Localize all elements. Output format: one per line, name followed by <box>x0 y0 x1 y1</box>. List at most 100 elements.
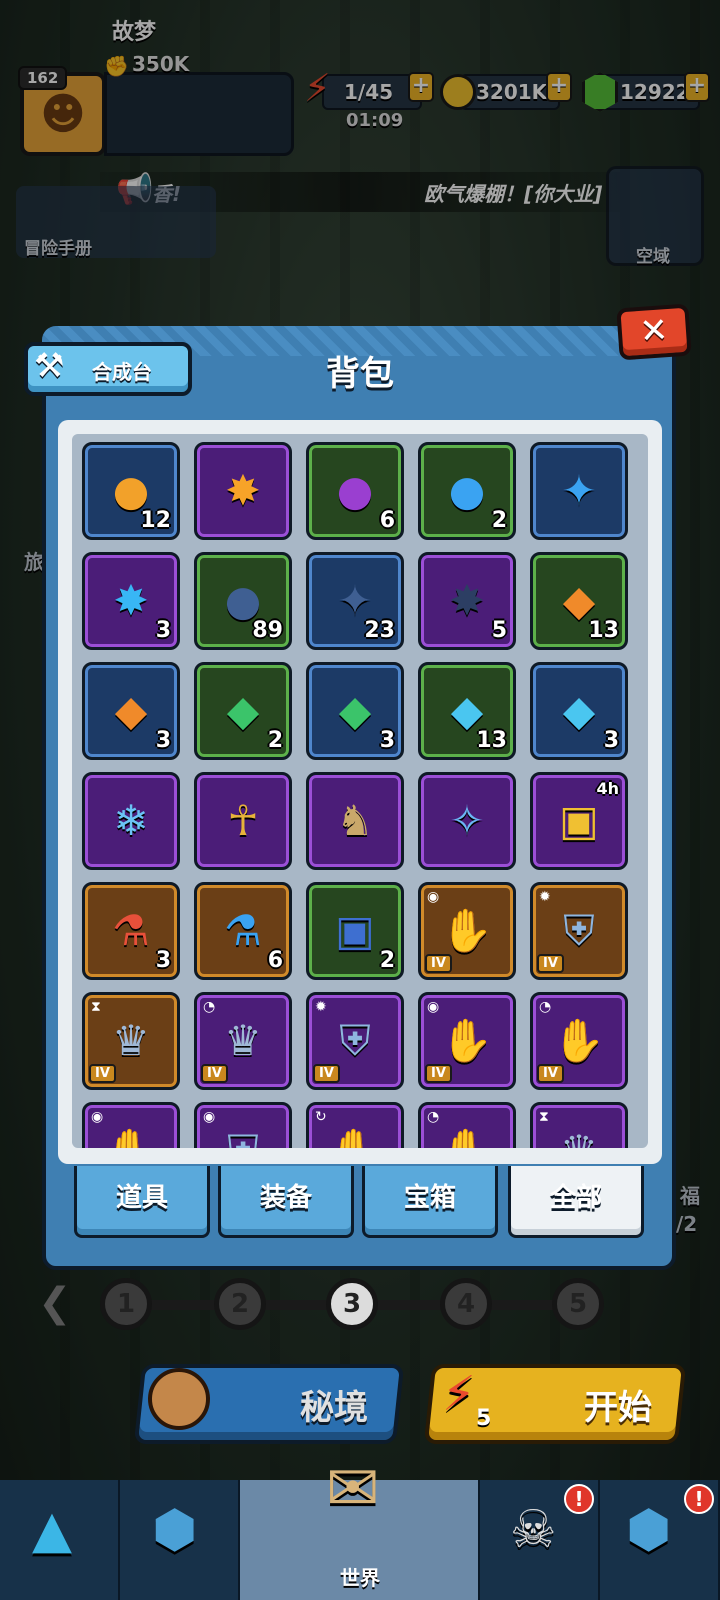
item-icon: ◆ <box>338 686 372 735</box>
inventory-slot[interactable]: ⛨◉ <box>194 1102 292 1148</box>
item-count: 2 <box>491 508 507 533</box>
tab-chests[interactable]: 宝箱 <box>362 1166 498 1238</box>
tab-items[interactable]: 道具 <box>74 1166 210 1238</box>
inventory-slot[interactable]: ♛⧗ <box>530 1102 628 1148</box>
inventory-slot[interactable]: ☥ <box>194 772 292 870</box>
inventory-slot[interactable]: ♛ IV ◔ <box>194 992 292 1090</box>
alert-badge-characters: ! <box>564 1484 594 1514</box>
inventory-slot[interactable]: ◆ 3 <box>530 662 628 760</box>
inventory-slot[interactable]: ⚗ 3 <box>82 882 180 980</box>
item-type-icon: ✹ <box>539 889 551 905</box>
item-count: 3 <box>155 728 171 753</box>
stage-node[interactable]: 1 <box>100 1278 152 1330</box>
chevron-left-icon[interactable]: ❮ <box>38 1280 72 1326</box>
item-type-icon: ⧗ <box>539 1109 549 1125</box>
inventory-slot[interactable]: ● 12 <box>82 442 180 540</box>
inventory-slot[interactable]: ✦ 23 <box>306 552 404 650</box>
inventory-slot[interactable]: ♞ <box>306 772 404 870</box>
item-icon: ⚗ <box>112 906 150 955</box>
stage-node[interactable]: 2 <box>214 1278 266 1330</box>
inventory-slot[interactable]: ▣ 4h <box>530 772 628 870</box>
item-icon: ● <box>224 576 262 625</box>
item-tier-badge: IV <box>537 1064 564 1083</box>
close-button[interactable]: ✕ <box>616 303 692 361</box>
item-icon: ◆ <box>562 576 596 625</box>
stage-node[interactable]: 4 <box>440 1278 492 1330</box>
inventory-slot[interactable]: ● 89 <box>194 552 292 650</box>
item-type-icon: ◉ <box>91 1109 104 1125</box>
inventory-slot[interactable]: ✸ 3 <box>82 552 180 650</box>
item-icon: ◆ <box>226 686 260 735</box>
inventory-slot[interactable]: ⛨ IV ✹ <box>530 882 628 980</box>
item-icon: ✋ <box>105 1130 157 1149</box>
inventory-slot[interactable]: ◆ 3 <box>306 662 404 760</box>
inventory-slot[interactable]: ● 2 <box>418 442 516 540</box>
item-icon: ✧ <box>449 796 485 845</box>
item-icon: ♞ <box>336 796 374 845</box>
item-icon: ✋ <box>440 1016 494 1065</box>
inventory-slot[interactable]: ✋ IV ◉ <box>418 882 516 980</box>
inventory-slot[interactable]: ✋◉ <box>82 1102 180 1148</box>
inventory-slot[interactable]: ✋◔ <box>418 1102 516 1148</box>
start-energy-icon: ⚡ <box>442 1366 476 1422</box>
inventory-slot[interactable]: ◆ 13 <box>418 662 516 760</box>
item-type-icon: ◉ <box>203 1109 216 1125</box>
start-energy-cost: 5 <box>476 1406 492 1431</box>
item-icon: ● <box>112 466 150 515</box>
item-icon: ♛ <box>560 1130 598 1149</box>
inventory-slot[interactable]: ● 6 <box>306 442 404 540</box>
item-icon: ❄ <box>113 796 149 845</box>
item-count: 3 <box>379 728 395 753</box>
item-tier-badge: IV <box>425 1064 452 1083</box>
inventory-slot[interactable]: ✦ <box>530 442 628 540</box>
item-icon: ⛨ <box>563 906 595 955</box>
secret-realm-label: 秘境 <box>300 1388 368 1428</box>
item-count: 89 <box>252 618 283 643</box>
inventory-slot[interactable]: ✋ IV ◔ <box>530 992 628 1090</box>
inventory-slot[interactable]: ✸ 5 <box>418 552 516 650</box>
inventory-slot[interactable]: ❄ <box>82 772 180 870</box>
tab-all[interactable]: 全部 <box>508 1166 644 1238</box>
item-count: 12 <box>140 508 171 533</box>
item-type-icon: ◔ <box>539 999 552 1015</box>
inventory-slot[interactable]: ✧ <box>418 772 516 870</box>
anvil-icon: ⚒ <box>34 346 65 386</box>
inventory-slot[interactable]: ✸ <box>194 442 292 540</box>
item-tier-badge: IV <box>425 954 452 973</box>
item-icon: ✦ <box>337 576 373 625</box>
item-type-icon: ⧗ <box>91 999 101 1015</box>
item-icon: ⚗ <box>224 906 262 955</box>
item-icon: ✸ <box>449 576 485 625</box>
item-type-icon: ✹ <box>315 999 327 1015</box>
inventory-slot[interactable]: ⛨ IV ✹ <box>306 992 404 1090</box>
target-dart-icon <box>148 1368 210 1430</box>
item-icon: ✦ <box>561 466 597 515</box>
item-icon: ♛ <box>112 1016 150 1065</box>
item-icon: ✋ <box>552 1016 606 1065</box>
item-icon: ✸ <box>113 576 149 625</box>
item-count: 3 <box>155 618 171 643</box>
item-type-icon: ◉ <box>427 999 440 1015</box>
stage-node[interactable]: 3 <box>326 1278 378 1330</box>
item-icon: ✸ <box>225 466 261 515</box>
item-type-icon: ◉ <box>427 889 440 905</box>
inventory-slot[interactable]: ✋↻ <box>306 1102 404 1148</box>
inventory-slot[interactable]: ◆ 3 <box>82 662 180 760</box>
crafting-table-label: 合成台 <box>92 360 152 384</box>
inventory-slot[interactable]: ▣ 2 <box>306 882 404 980</box>
inventory-slot[interactable]: ◆ 13 <box>530 552 628 650</box>
item-type-icon: ◔ <box>203 999 216 1015</box>
inventory-slot[interactable]: ♛ IV ⧗ <box>82 992 180 1090</box>
item-icon: ✋ <box>440 906 494 955</box>
item-tier-badge: IV <box>201 1064 228 1083</box>
tab-equipment[interactable]: 装备 <box>218 1166 354 1238</box>
inventory-slot[interactable]: ✋ IV ◉ <box>418 992 516 1090</box>
stage-node[interactable]: 5 <box>552 1278 604 1330</box>
inventory-slot[interactable]: ◆ 2 <box>194 662 292 760</box>
item-count: 3 <box>155 948 171 973</box>
item-count: 13 <box>588 618 619 643</box>
inventory-grid[interactable]: ● 12 ✸ ● 6 ● 2 ✦ ✸ 3 ● 89 ✦ 23 ✸ 5 ◆ 13 ◆ 3 ◆ 2 ◆ 3 ◆ 13 ◆ 3 ❄ ☥ ♞ ✧ ▣ 4h… <box>72 434 648 1148</box>
item-icon: ✋ <box>329 1130 381 1149</box>
item-tier-badge: IV <box>537 954 564 973</box>
inventory-slot[interactable]: ⚗ 6 <box>194 882 292 980</box>
